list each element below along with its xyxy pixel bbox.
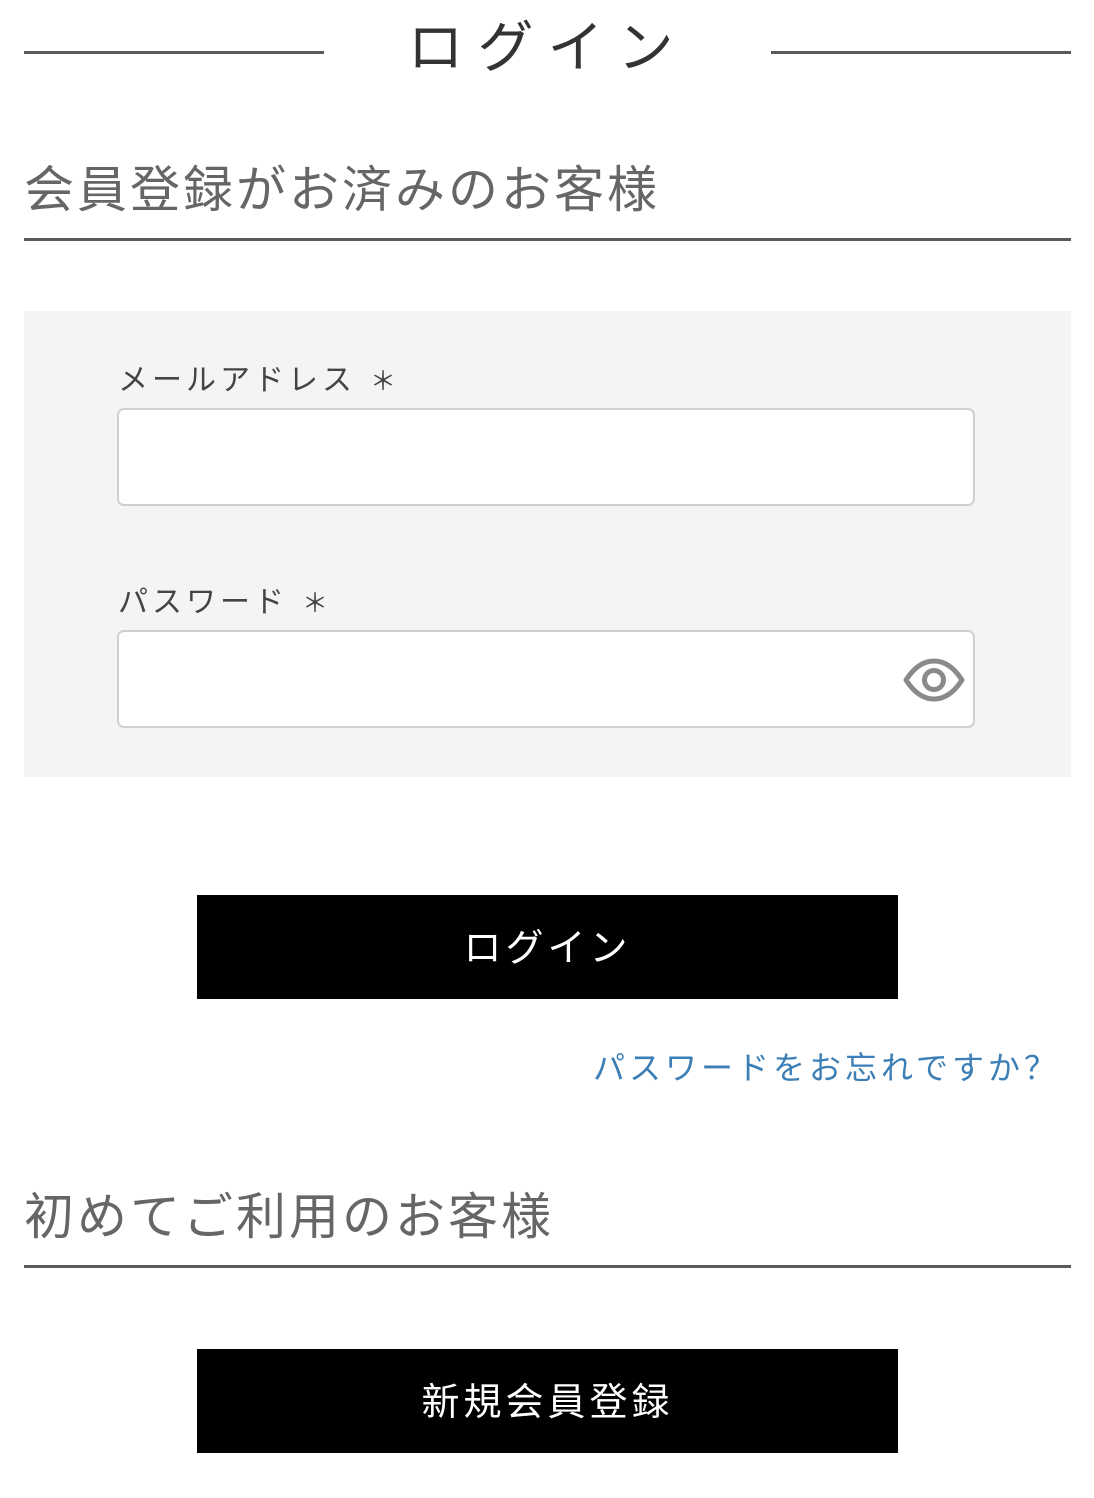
email-label-text: メールアドレス <box>118 363 356 398</box>
new-customer-section-heading: 初めてご利用のお客様 <box>24 1185 1071 1268</box>
password-required-mark: ＊ <box>302 589 333 619</box>
eye-icon[interactable] <box>903 658 965 702</box>
page-header: ログイン <box>0 0 1094 100</box>
header-divider-left <box>24 51 324 54</box>
email-field[interactable] <box>117 408 975 506</box>
email-input[interactable] <box>119 410 973 504</box>
login-form-panel: メールアドレス ＊ パスワード ＊ <box>24 311 1071 777</box>
password-input[interactable] <box>119 632 973 726</box>
member-section-heading: 会員登録がお済みのお客様 <box>24 158 1071 241</box>
login-button[interactable]: ログイン <box>197 895 898 999</box>
header-divider-right <box>771 51 1071 54</box>
eye-icon-graphic <box>903 658 965 702</box>
forgot-password-link[interactable]: パスワードをお忘れですか？ <box>593 1047 1060 1089</box>
page-title: ログイン <box>407 16 688 81</box>
email-label: メールアドレス ＊ <box>118 361 400 402</box>
email-required-mark: ＊ <box>370 367 401 397</box>
password-label-text: パスワード <box>118 585 288 620</box>
register-button[interactable]: 新規会員登録 <box>197 1349 898 1453</box>
password-field[interactable] <box>117 630 975 728</box>
password-label: パスワード ＊ <box>118 583 332 624</box>
